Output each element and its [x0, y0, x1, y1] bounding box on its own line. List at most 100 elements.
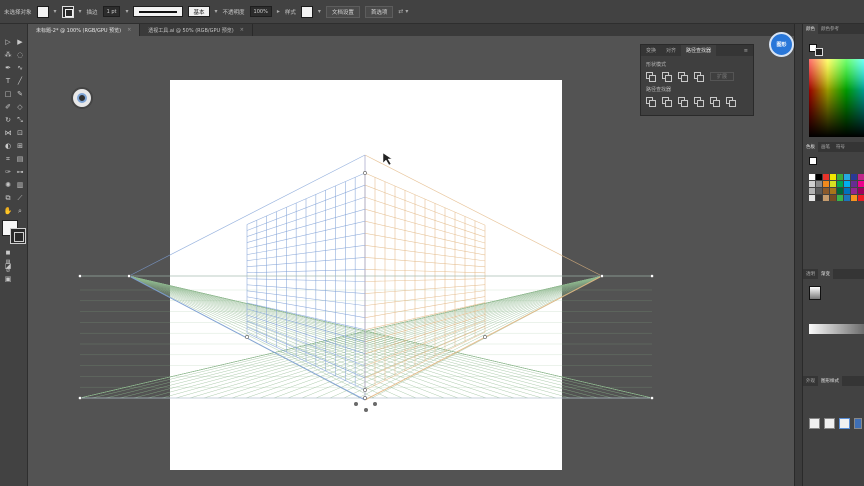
style-dropdown-icon[interactable]: ▾ — [318, 8, 321, 15]
close-icon[interactable]: × — [240, 27, 244, 33]
stroke-label[interactable]: 描边 — [87, 8, 98, 16]
minus-front-icon[interactable] — [662, 72, 672, 82]
swatch[interactable] — [823, 181, 829, 187]
unite-icon[interactable] — [646, 72, 656, 82]
swatch[interactable] — [837, 181, 843, 187]
grid-handle[interactable] — [363, 388, 367, 392]
eyedropper-tool-icon[interactable]: ✑ — [3, 168, 13, 177]
swatch[interactable] — [851, 174, 857, 180]
blend-tool-icon[interactable]: ⊶ — [15, 168, 25, 177]
brush-definition-dropdown[interactable] — [133, 6, 184, 17]
artboard-tool-icon[interactable]: ⧉ — [3, 194, 13, 203]
drawing-mode-icon[interactable]: ◪ — [3, 262, 13, 271]
stroke-style-dropdown-icon[interactable]: ▾ — [215, 8, 218, 15]
eraser-tool-icon[interactable]: ◇ — [15, 103, 25, 112]
grid-cell-handle[interactable] — [354, 402, 358, 406]
slice-tool-icon[interactable]: ⟋ — [15, 194, 25, 203]
stroke-weight-field[interactable]: 1 pt — [102, 6, 121, 17]
curvature-tool-icon[interactable]: ∿ — [15, 64, 25, 73]
arrange-documents-icon[interactable]: ⇄ ▾ — [398, 8, 408, 15]
divide-icon[interactable] — [646, 97, 656, 107]
lasso-tool-icon[interactable]: ◌ — [15, 51, 25, 60]
swatch[interactable] — [851, 195, 857, 201]
swatch[interactable] — [830, 174, 836, 180]
fill-dropdown-icon[interactable]: ▾ — [54, 8, 57, 15]
gradient-slider[interactable] — [809, 324, 864, 334]
swatch[interactable] — [816, 195, 822, 201]
swatch[interactable] — [823, 195, 829, 201]
swatch[interactable] — [844, 174, 850, 180]
mesh-tool-icon[interactable]: ⌗ — [3, 155, 13, 164]
opacity-label[interactable]: 不透明度 — [223, 8, 245, 16]
swatch[interactable] — [816, 188, 822, 194]
grid-handle[interactable] — [650, 274, 654, 278]
color-stroke-swatch[interactable] — [815, 48, 823, 56]
swatch[interactable] — [837, 188, 843, 194]
magic-wand-tool-icon[interactable]: ⁂ — [3, 51, 13, 60]
swatch[interactable] — [809, 174, 815, 180]
close-icon[interactable]: × — [127, 27, 131, 33]
expand-button[interactable]: 扩展 — [710, 72, 734, 81]
exclude-icon[interactable] — [694, 72, 704, 82]
stroke-swatch[interactable] — [61, 5, 74, 18]
grid-handle[interactable] — [245, 335, 249, 339]
panel-menu-icon[interactable]: ≡ — [739, 45, 753, 56]
swatch[interactable] — [823, 174, 829, 180]
tab-pathfinder[interactable]: 路径查找器 — [681, 45, 717, 56]
hand-tool-icon[interactable]: ✋ — [3, 207, 13, 216]
shape-builder-tool-icon[interactable]: ◐ — [3, 142, 13, 151]
swatch[interactable] — [809, 181, 815, 187]
direct-selection-tool-icon[interactable]: ▶ — [15, 38, 25, 47]
tab-symbols[interactable]: 符号 — [833, 142, 848, 152]
grid-handle[interactable] — [650, 396, 654, 400]
graphic-style-blue[interactable] — [854, 418, 862, 429]
tab-align[interactable]: 对齐 — [661, 45, 681, 56]
line-segment-tool-icon[interactable]: ╱ — [15, 77, 25, 86]
swatch-fill-indicator[interactable] — [809, 157, 817, 165]
fill-swatch[interactable] — [36, 5, 49, 18]
selection-tool-icon[interactable]: ▷ — [3, 38, 13, 47]
zoom-tool-icon[interactable]: ⌕ — [15, 207, 25, 216]
grid-handle[interactable] — [483, 335, 487, 339]
grid-cell-handle[interactable] — [373, 402, 377, 406]
tab-transparency[interactable]: 透明 — [803, 269, 818, 279]
graphic-style-swatch[interactable] — [300, 5, 313, 18]
graphic-style-selected[interactable] — [839, 418, 850, 429]
swatch[interactable] — [858, 181, 864, 187]
swatch[interactable] — [816, 181, 822, 187]
preferences-button[interactable]: 首选项 — [364, 5, 394, 18]
screen-mode-icon[interactable]: ▣ — [3, 275, 13, 284]
pen-tool-icon[interactable]: ✒ — [3, 64, 13, 73]
swatch[interactable] — [809, 188, 815, 194]
stroke-dropdown-icon[interactable]: ▾ — [79, 8, 82, 15]
tab-color-guide[interactable]: 颜色参考 — [818, 24, 842, 34]
crop-icon[interactable] — [694, 97, 704, 107]
swatch[interactable] — [858, 174, 864, 180]
grid-handle[interactable] — [78, 396, 82, 400]
rectangle-tool-icon[interactable]: □ — [3, 90, 13, 99]
swatch[interactable] — [844, 181, 850, 187]
swatch[interactable] — [858, 188, 864, 194]
swatch[interactable] — [851, 188, 857, 194]
swatch[interactable] — [858, 195, 864, 201]
swatch[interactable] — [844, 195, 850, 201]
tab-gradient[interactable]: 渐变 — [818, 269, 833, 279]
stroke-color-box[interactable] — [10, 228, 26, 244]
symbol-sprayer-tool-icon[interactable]: ✺ — [3, 181, 13, 190]
grid-handle[interactable] — [600, 274, 604, 278]
swatch[interactable] — [837, 195, 843, 201]
perspective-grid-tool-icon[interactable]: ⊞ — [15, 142, 25, 151]
shaper-tool-icon[interactable]: ✐ — [3, 103, 13, 112]
width-tool-icon[interactable]: ⋈ — [3, 129, 13, 138]
tab-perspective-tool[interactable]: 透视工具.ai @ 50% (RGB/GPU 预览) × — [140, 24, 253, 36]
opacity-field[interactable]: 100% — [249, 6, 272, 17]
swatch[interactable] — [816, 174, 822, 180]
grid-handle[interactable] — [78, 274, 82, 278]
tab-untitled-2[interactable]: 未标题-2* @ 100% (RGB/GPU 预览) × — [28, 24, 141, 36]
outline-icon[interactable] — [710, 97, 720, 107]
opacity-dropdown-icon[interactable]: ▸ — [277, 8, 280, 15]
grid-handle[interactable] — [127, 274, 131, 278]
swatch[interactable] — [830, 195, 836, 201]
merge-icon[interactable] — [678, 97, 688, 107]
gradient-thumbnail[interactable] — [809, 286, 821, 300]
